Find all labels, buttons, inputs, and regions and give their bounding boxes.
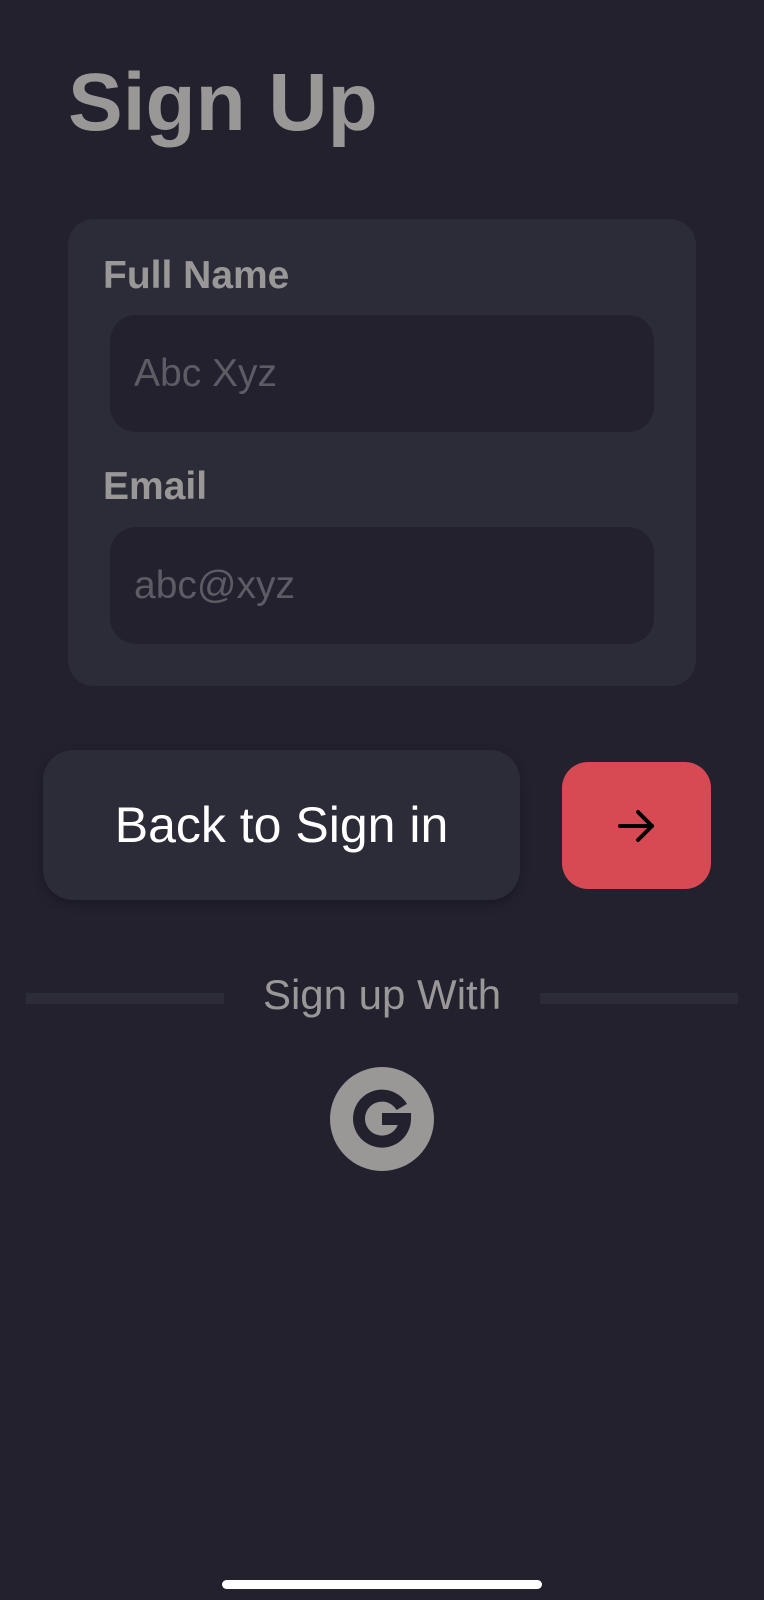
back-to-sign-in-button[interactable]: Back to Sign in <box>43 750 520 900</box>
full-name-label: Full Name <box>103 254 290 297</box>
sign-up-form-card: Full Name Email <box>68 219 696 686</box>
home-indicator <box>222 1580 542 1589</box>
divider-right <box>540 993 738 1004</box>
page-title: Sign Up <box>68 57 378 148</box>
full-name-input[interactable] <box>110 315 654 432</box>
google-icon <box>351 1088 413 1150</box>
arrow-right-icon <box>614 803 660 849</box>
divider-left <box>26 993 224 1004</box>
email-input[interactable] <box>110 527 654 644</box>
sign-up-with-text: Sign up With <box>262 971 502 1018</box>
sign-up-screen: Sign Up Full Name Email Back to Sign in … <box>0 0 764 1600</box>
google-sign-up-button[interactable] <box>330 1067 434 1171</box>
next-button[interactable] <box>562 762 711 889</box>
email-label: Email <box>103 465 208 508</box>
